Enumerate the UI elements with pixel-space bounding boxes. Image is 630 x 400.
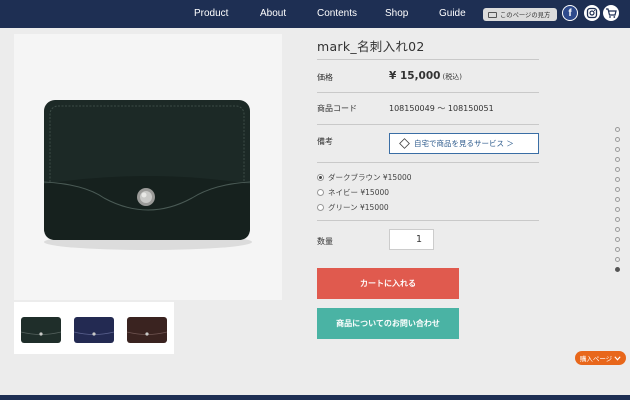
page-dot[interactable] xyxy=(615,157,620,162)
page-dot[interactable] xyxy=(615,237,620,242)
page-guide-button[interactable]: このページの見方 xyxy=(483,8,557,21)
thumbnail-strip xyxy=(14,302,174,354)
price-label: 価格 xyxy=(317,73,333,82)
thumbnail-green[interactable] xyxy=(18,311,64,345)
bottom-bar xyxy=(0,395,630,400)
divider xyxy=(317,162,539,163)
page-dot[interactable] xyxy=(615,147,620,152)
divider xyxy=(317,92,539,93)
page-dot[interactable] xyxy=(615,247,620,252)
option-label: グリーン ¥15000 xyxy=(328,203,389,212)
nav-shop[interactable]: Shop xyxy=(385,8,408,19)
box-icon xyxy=(399,138,410,149)
instagram-glyph xyxy=(586,7,598,19)
option-label: ネイビー ¥15000 xyxy=(328,188,390,197)
page-dot[interactable] xyxy=(615,267,620,272)
page-dot[interactable] xyxy=(615,217,620,222)
purchase-page-label: 購入ページ xyxy=(579,355,613,363)
option-green[interactable]: グリーン ¥15000 xyxy=(317,202,389,213)
note-label: 備考 xyxy=(317,137,333,146)
facebook-glyph: f xyxy=(568,7,572,19)
divider xyxy=(317,124,539,125)
monitor-icon xyxy=(488,11,497,18)
page-section-dots xyxy=(615,127,621,277)
thumbnail-navy-image xyxy=(73,317,115,343)
option-label: ダークブラウン ¥15000 xyxy=(328,173,412,182)
product-code-value: 108150049 ～ 108150051 xyxy=(389,104,494,113)
product-main-image xyxy=(14,34,282,300)
nav-guide[interactable]: Guide xyxy=(439,8,466,19)
cart-icon[interactable] xyxy=(603,5,619,21)
page-dot[interactable] xyxy=(615,227,620,232)
thumbnail-green-image xyxy=(20,317,62,343)
page-dot[interactable] xyxy=(615,177,620,182)
page-dot[interactable] xyxy=(615,137,620,142)
nav-product[interactable]: Product xyxy=(194,8,228,19)
radio-button[interactable] xyxy=(317,189,324,196)
product-title: mark_名刺入れ02 xyxy=(317,39,425,54)
option-dark-brown[interactable]: ダークブラウン ¥15000 xyxy=(317,172,412,183)
nav-contents[interactable]: Contents xyxy=(317,8,357,19)
quantity-label: 数量 xyxy=(317,237,333,246)
price-value: ¥ 15,000 (税込) xyxy=(389,70,462,82)
divider xyxy=(317,220,539,221)
thumbnail-navy[interactable] xyxy=(71,311,117,345)
page-dot[interactable] xyxy=(615,187,620,192)
add-to-cart-button[interactable]: カートに入れる xyxy=(317,268,459,299)
price-tax: (税込) xyxy=(442,73,462,81)
chevron-down-icon xyxy=(614,355,621,361)
nav-about[interactable]: About xyxy=(260,8,286,19)
instagram-icon[interactable] xyxy=(584,5,600,21)
product-inquiry-button[interactable]: 商品についてのお問い合わせ xyxy=(317,308,459,339)
page-dot[interactable] xyxy=(615,207,620,212)
purchase-page-tab[interactable]: 購入ページ xyxy=(575,351,626,365)
home-try-service-button[interactable]: 自宅で商品を見るサービス ＞ xyxy=(389,133,539,154)
page-dot[interactable] xyxy=(615,127,620,132)
home-try-service-label: 自宅で商品を見るサービス ＞ xyxy=(414,139,514,148)
thumbnail-brown[interactable] xyxy=(124,311,170,345)
page-dot[interactable] xyxy=(615,257,620,262)
divider xyxy=(317,59,539,60)
top-nav-bar: Product About Contents Shop Guide このページの… xyxy=(0,0,630,28)
cart-glyph xyxy=(606,8,617,18)
radio-button[interactable] xyxy=(317,174,324,181)
thumbnail-brown-image xyxy=(126,317,168,343)
facebook-icon[interactable]: f xyxy=(562,5,578,21)
page-guide-label: このページの見方 xyxy=(500,12,551,19)
product-code-label: 商品コード xyxy=(317,104,357,113)
page-dot[interactable] xyxy=(615,197,620,202)
card-case-image xyxy=(43,100,252,250)
option-navy[interactable]: ネイビー ¥15000 xyxy=(317,187,389,198)
page-dot[interactable] xyxy=(615,167,620,172)
price-amount: ¥ 15,000 xyxy=(389,70,441,82)
radio-button[interactable] xyxy=(317,204,324,211)
quantity-input[interactable]: 1 xyxy=(389,229,434,250)
